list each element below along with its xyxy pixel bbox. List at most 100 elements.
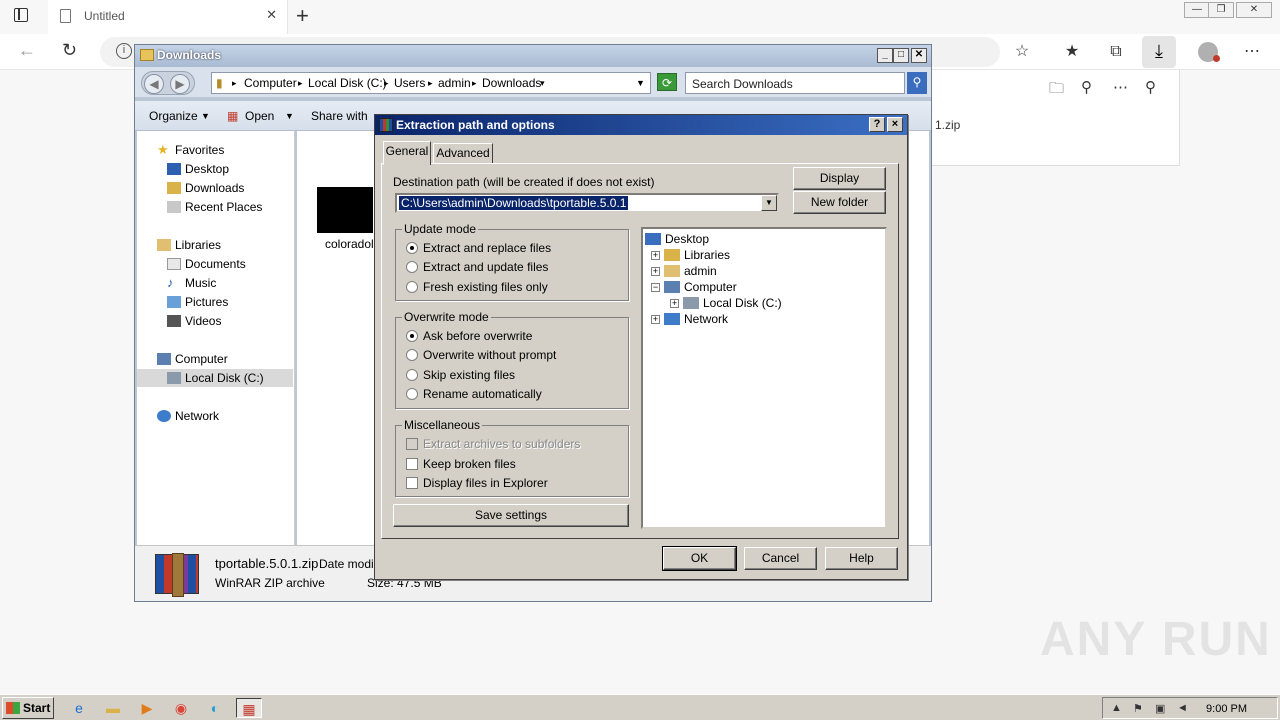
destination-path-value[interactable]: C:\Users\admin\Downloads\tportable.5.0.1 <box>397 195 630 211</box>
downloads-icon[interactable]: ⤓ <box>1142 36 1176 68</box>
breadcrumb-downloads[interactable]: Downloads <box>482 76 541 90</box>
tree-computer[interactable]: Computer <box>664 279 737 295</box>
forward-icon[interactable]: ▶ <box>170 74 190 94</box>
volume-icon[interactable]: ◄ <box>1177 702 1188 714</box>
dropdown-arrow-icon[interactable]: ▼ <box>285 111 294 121</box>
organize-button[interactable]: Organize <box>149 109 198 123</box>
radio-ask-before-overwrite[interactable]: Ask before overwrite <box>406 329 532 343</box>
open-button[interactable]: Open <box>245 109 274 123</box>
tree-admin[interactable]: admin <box>664 263 717 279</box>
checkbox[interactable] <box>406 458 418 470</box>
chevron-icon[interactable]: ▾ <box>540 78 545 89</box>
search-downloads-icon[interactable]: ⚲ <box>1081 78 1092 96</box>
radio-selected[interactable] <box>406 242 418 254</box>
sidebar-item-favorites[interactable]: ★ Favorites <box>157 141 224 159</box>
restore-window-button[interactable]: ❐ <box>1208 2 1234 18</box>
breadcrumb[interactable]: ▮ ▸ Computer ▸ Local Disk (C:) ▸ Users ▸… <box>211 72 651 94</box>
minimize-window-button[interactable]: — <box>1184 2 1210 18</box>
add-favorite-icon[interactable]: ☆ <box>1012 42 1032 62</box>
expand-icon[interactable]: + <box>670 299 679 308</box>
refresh-icon[interactable]: ↻ <box>62 40 77 61</box>
radio[interactable] <box>406 388 418 400</box>
minimize-button[interactable]: _ <box>877 48 893 63</box>
help-button[interactable]: Help <box>825 547 898 570</box>
breadcrumb-local-disk[interactable]: Local Disk (C:) <box>308 76 387 90</box>
sidebar-item-libraries[interactable]: Libraries <box>157 236 221 254</box>
radio-skip-existing[interactable]: Skip existing files <box>406 368 515 382</box>
maximize-button[interactable]: □ <box>893 48 909 63</box>
edge-icon[interactable]: ◐ <box>202 698 228 718</box>
back-icon[interactable]: ◀ <box>144 74 164 94</box>
download-file-name[interactable]: 1.zip <box>935 118 960 132</box>
tab-advanced[interactable]: Advanced <box>433 143 493 164</box>
pin-icon[interactable]: ⚲ <box>1145 78 1156 96</box>
close-window-button[interactable]: ✕ <box>1236 2 1272 18</box>
sidebar-item-computer[interactable]: Computer <box>157 350 228 368</box>
site-info-icon[interactable]: i <box>116 43 132 59</box>
favorites-icon[interactable]: ★ <box>1062 42 1082 62</box>
radio-fresh-existing[interactable]: Fresh existing files only <box>406 280 548 294</box>
dropdown-arrow-icon[interactable]: ▼ <box>201 111 210 121</box>
radio[interactable] <box>406 261 418 273</box>
dropdown-arrow-icon[interactable]: ▼ <box>761 195 777 211</box>
sidebar-item-desktop[interactable]: Desktop <box>167 160 229 178</box>
chevron-icon[interactable]: ▸ <box>232 78 237 89</box>
collapse-icon[interactable]: − <box>651 283 660 292</box>
ok-button[interactable]: OK <box>662 546 737 571</box>
action-center-icon[interactable]: ⚑ <box>1133 702 1143 715</box>
sidebar-item-documents[interactable]: Documents <box>167 255 246 273</box>
radio-rename-automatically[interactable]: Rename automatically <box>406 387 542 401</box>
sidebar-item-network[interactable]: Network <box>157 407 219 425</box>
file-thumbnail[interactable] <box>317 187 373 233</box>
start-button[interactable]: Start <box>2 697 54 719</box>
show-hidden-icons[interactable]: ▲ <box>1111 702 1122 714</box>
tab-general[interactable]: General <box>383 141 431 165</box>
sidebar-item-local-disk[interactable]: Local Disk (C:) <box>137 369 293 387</box>
more-menu-icon[interactable]: ⋯ <box>1242 42 1262 62</box>
radio-extract-update[interactable]: Extract and update files <box>406 260 548 274</box>
breadcrumb-admin[interactable]: admin <box>438 76 471 90</box>
radio[interactable] <box>406 349 418 361</box>
radio[interactable] <box>406 281 418 293</box>
new-tab-icon[interactable]: + <box>296 3 309 29</box>
sidebar-item-pictures[interactable]: Pictures <box>167 293 228 311</box>
chrome-icon[interactable]: ◉ <box>168 698 194 718</box>
dropdown-arrow-icon[interactable]: ▼ <box>636 78 645 88</box>
expand-icon[interactable]: + <box>651 251 660 260</box>
chevron-icon[interactable]: ▸ <box>428 78 433 89</box>
radio-extract-replace[interactable]: Extract and replace files <box>406 241 551 255</box>
browser-tab[interactable]: Untitled ✕ <box>48 0 288 34</box>
winrar-taskbar-icon[interactable]: ▦ <box>236 698 262 718</box>
sidebar-item-downloads[interactable]: Downloads <box>167 179 244 197</box>
dialog-close-button[interactable]: × <box>887 117 903 132</box>
expand-icon[interactable]: + <box>651 315 660 324</box>
network-tray-icon[interactable]: ▣ <box>1155 702 1165 715</box>
explorer-taskbar-icon[interactable]: ▬ <box>100 698 126 718</box>
destination-path-combobox[interactable]: C:\Users\admin\Downloads\tportable.5.0.1… <box>395 193 779 213</box>
search-input[interactable]: Search Downloads <box>685 72 905 94</box>
radio[interactable] <box>406 369 418 381</box>
cancel-button[interactable]: Cancel <box>744 547 817 570</box>
sidebar-item-music[interactable]: ♪ Music <box>167 274 216 292</box>
tree-local-disk[interactable]: Local Disk (C:) <box>683 295 782 311</box>
radio-overwrite-without-prompt[interactable]: Overwrite without prompt <box>406 348 556 362</box>
close-tab-icon[interactable]: ✕ <box>266 7 277 23</box>
chevron-icon[interactable]: ▸ <box>472 78 477 89</box>
chevron-icon[interactable]: ▸ <box>384 78 389 89</box>
collections-icon[interactable]: ⧉ <box>1106 42 1126 62</box>
new-folder-button[interactable]: New folder <box>793 191 886 214</box>
refresh-icon[interactable]: ⟳ <box>657 73 677 91</box>
sidebar-item-recent-places[interactable]: Recent Places <box>167 198 262 216</box>
media-player-icon[interactable]: ▶ <box>134 698 160 718</box>
open-folder-icon[interactable]: 🗀 <box>1049 78 1064 103</box>
help-question-button[interactable]: ? <box>869 117 885 132</box>
radio-selected[interactable] <box>406 330 418 342</box>
clock[interactable]: 9:00 PM <box>1206 703 1247 715</box>
share-with-button[interactable]: Share with <box>311 109 368 123</box>
checkbox[interactable] <box>406 477 418 489</box>
checkbox-display-in-explorer[interactable]: Display files in Explorer <box>406 476 548 490</box>
display-button[interactable]: Display <box>793 167 886 190</box>
tab-actions-icon[interactable] <box>14 8 28 22</box>
chevron-icon[interactable]: ▸ <box>298 78 303 89</box>
breadcrumb-computer[interactable]: Computer <box>244 76 297 90</box>
